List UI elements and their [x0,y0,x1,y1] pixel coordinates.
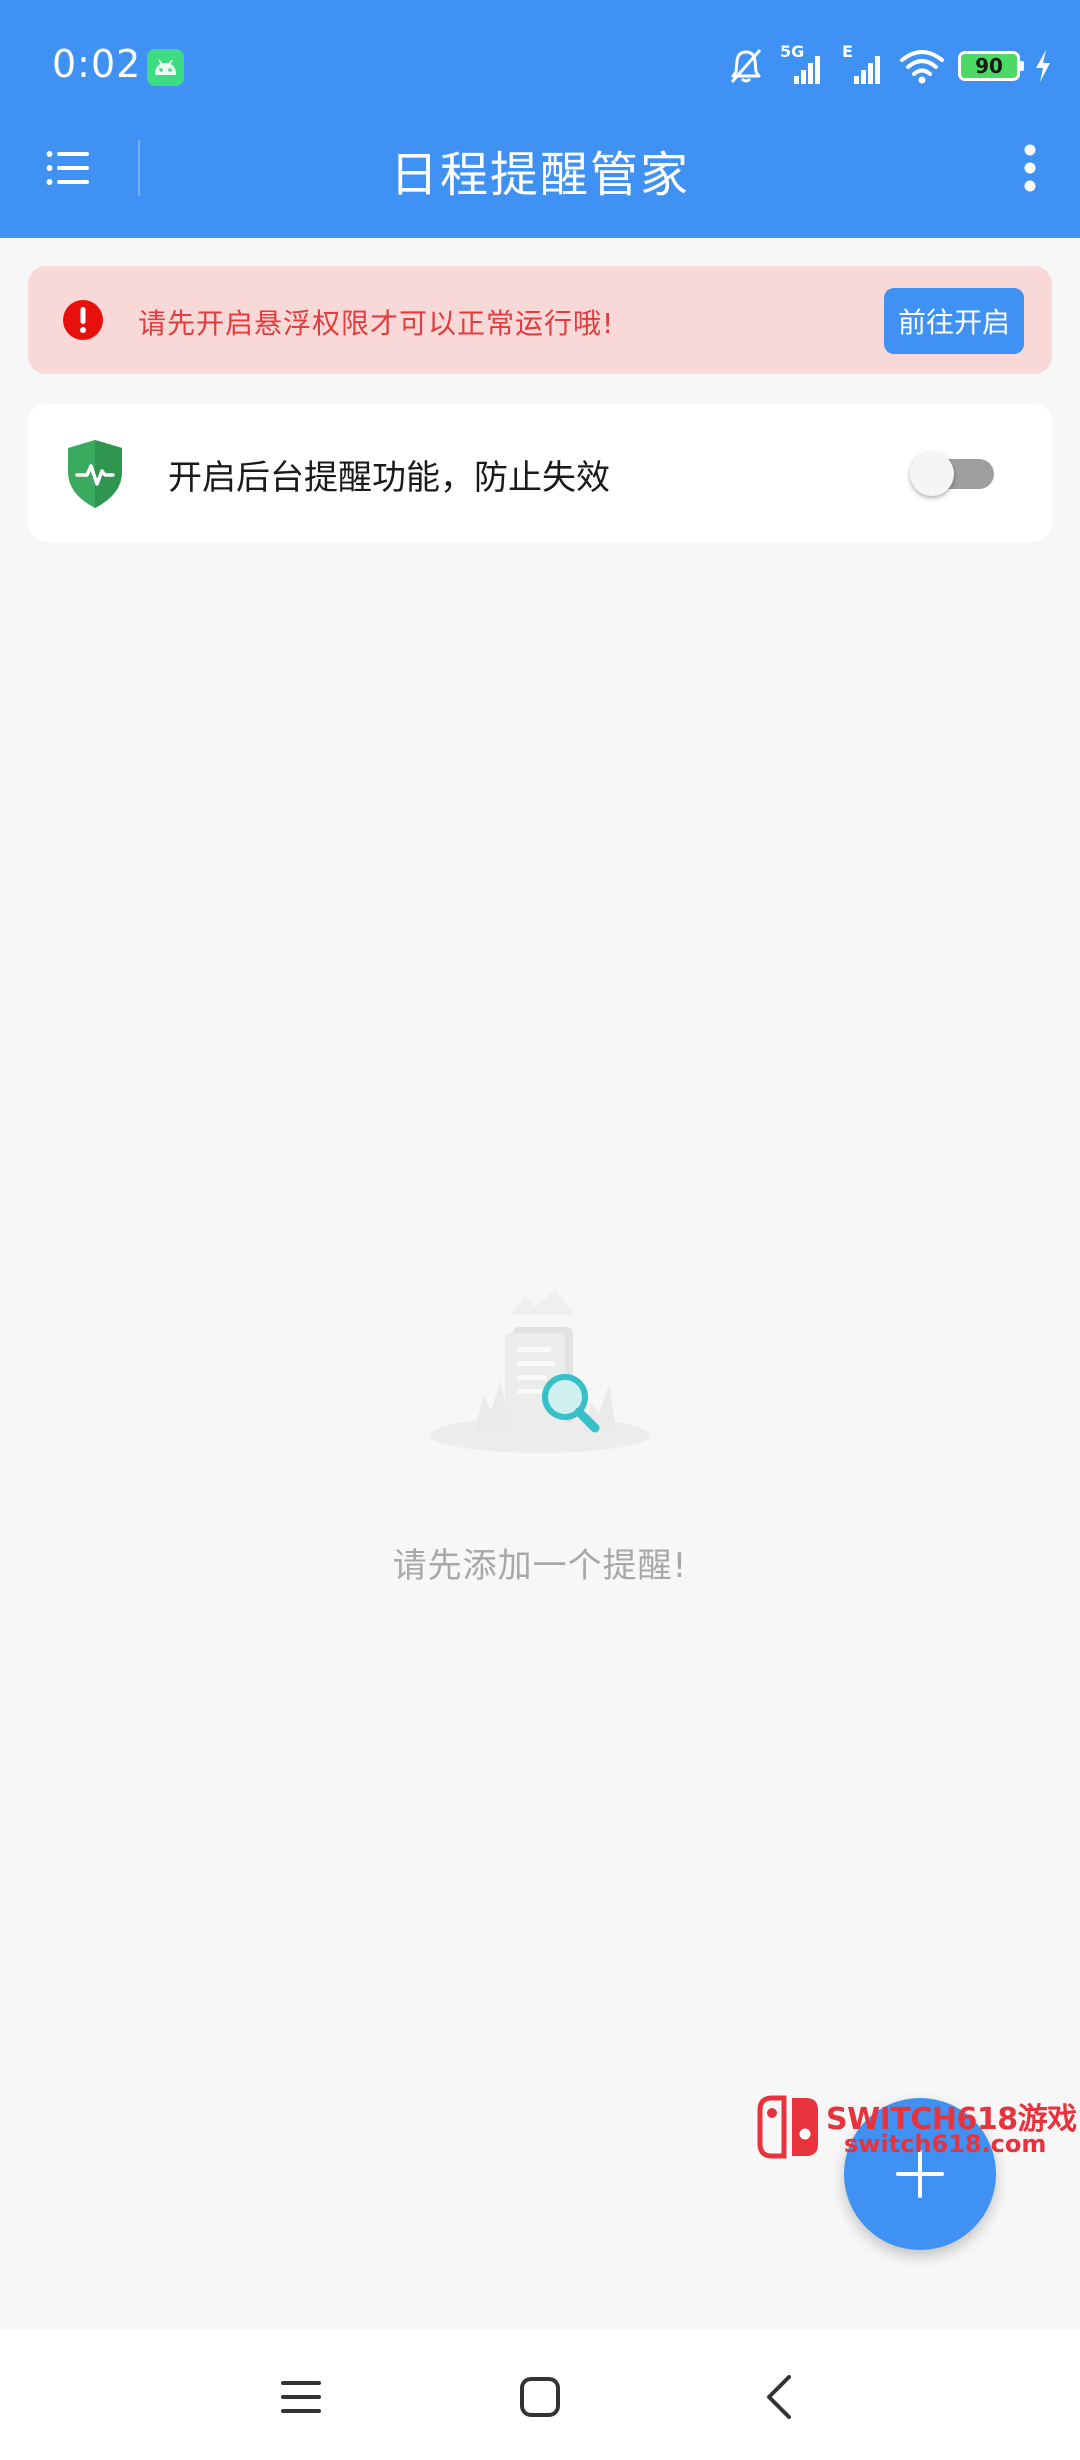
background-reminder-label: 开启后台提醒功能，防止失效 [168,458,610,498]
android-icon [147,49,184,86]
alert-icon [62,299,104,341]
watermark: SWITCH618游戏 switch618.com [756,2090,1077,2165]
home-icon [518,2375,562,2419]
app-screen: 0:02 5G E 90 日程提醒管家 请先开启悬浮权限才可以正常运行哦! 前往… [0,0,1080,2460]
top-app-bar: 0:02 5G E 90 日程提醒管家 [0,0,1080,238]
toggle-thumb [910,452,954,496]
signal-icon: 5G [780,42,826,86]
watermark-url: switch618.com [844,2130,1047,2158]
battery-icon: 90 [958,51,1024,81]
switch-logo-icon [756,2094,822,2160]
shield-pulse-icon [66,438,124,510]
warning-message: 请先开启悬浮权限才可以正常运行哦! [138,307,615,340]
signal-icon: E [840,42,886,86]
more-options-button[interactable] [1000,138,1060,198]
back-button[interactable] [734,2352,824,2442]
document-search-illustration [405,1285,675,1455]
background-reminder-card: 开启后台提醒功能，防止失效 [28,404,1052,542]
charging-icon [1034,49,1052,83]
bell-off-icon [726,46,766,86]
home-button[interactable] [495,2352,585,2442]
empty-state-message: 请先添加一个提醒! [392,1546,688,1586]
go-enable-button[interactable]: 前往开启 [884,288,1024,354]
background-reminder-toggle[interactable] [910,452,994,496]
recents-icon [279,2378,323,2416]
status-time: 0:02 [52,42,142,86]
status-icons: 5G E 90 [726,42,1052,88]
more-vert-icon [1023,144,1037,192]
back-icon [764,2374,794,2420]
recents-button[interactable] [256,2352,346,2442]
page-title: 日程提醒管家 [389,147,690,203]
permission-warning-banner: 请先开启悬浮权限才可以正常运行哦! 前往开启 [28,266,1052,374]
battery-level: 90 [975,54,1003,78]
wifi-icon [900,46,944,86]
system-nav-bar [0,2330,1080,2460]
